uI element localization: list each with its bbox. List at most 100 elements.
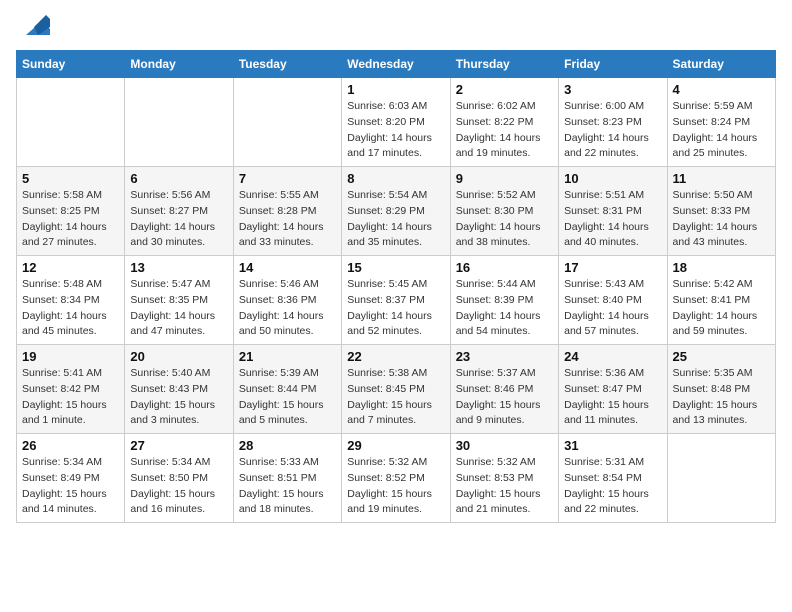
day-info: Sunrise: 5:45 AMSunset: 8:37 PMDaylight:… [347, 277, 444, 340]
day-number: 16 [456, 260, 553, 275]
day-info: Sunrise: 5:46 AMSunset: 8:36 PMDaylight:… [239, 277, 336, 340]
calendar-cell [233, 78, 341, 167]
day-of-week-header: Thursday [450, 51, 558, 78]
calendar-cell: 25 Sunrise: 5:35 AMSunset: 8:48 PMDayligh… [667, 345, 775, 434]
day-number: 18 [673, 260, 770, 275]
day-info: Sunrise: 5:43 AMSunset: 8:40 PMDaylight:… [564, 277, 661, 340]
day-number: 11 [673, 171, 770, 186]
day-info: Sunrise: 5:40 AMSunset: 8:43 PMDaylight:… [130, 366, 227, 429]
day-info: Sunrise: 6:00 AMSunset: 8:23 PMDaylight:… [564, 99, 661, 162]
day-info: Sunrise: 5:47 AMSunset: 8:35 PMDaylight:… [130, 277, 227, 340]
calendar-week-row: 12 Sunrise: 5:48 AMSunset: 8:34 PMDayligh… [17, 256, 776, 345]
calendar-cell: 27Sunrise: 5:34 AMSunset: 8:50 PMDayligh… [125, 434, 233, 523]
day-of-week-header: Wednesday [342, 51, 450, 78]
day-info: Sunrise: 5:42 AMSunset: 8:41 PMDaylight:… [673, 277, 770, 340]
day-number: 17 [564, 260, 661, 275]
day-number: 25 [673, 349, 770, 364]
calendar-cell: 1 Sunrise: 6:03 AMSunset: 8:20 PMDaylight… [342, 78, 450, 167]
day-info: Sunrise: 5:44 AMSunset: 8:39 PMDaylight:… [456, 277, 553, 340]
calendar-cell [17, 78, 125, 167]
calendar-header-row: SundayMondayTuesdayWednesdayThursdayFrid… [17, 51, 776, 78]
day-info: Sunrise: 5:56 AMSunset: 8:27 PMDaylight:… [130, 188, 227, 251]
calendar-cell: 18 Sunrise: 5:42 AMSunset: 8:41 PMDayligh… [667, 256, 775, 345]
calendar-cell: 29Sunrise: 5:32 AMSunset: 8:52 PMDayligh… [342, 434, 450, 523]
day-number: 27 [130, 438, 227, 453]
calendar-week-row: 26Sunrise: 5:34 AMSunset: 8:49 PMDayligh… [17, 434, 776, 523]
calendar-cell: 4 Sunrise: 5:59 AMSunset: 8:24 PMDaylight… [667, 78, 775, 167]
calendar-cell: 15 Sunrise: 5:45 AMSunset: 8:37 PMDayligh… [342, 256, 450, 345]
calendar-week-row: 19Sunrise: 5:41 AMSunset: 8:42 PMDayligh… [17, 345, 776, 434]
day-number: 20 [130, 349, 227, 364]
day-info: Sunrise: 5:39 AMSunset: 8:44 PMDaylight:… [239, 366, 336, 429]
day-number: 4 [673, 82, 770, 97]
day-number: 7 [239, 171, 336, 186]
calendar-cell: 22 Sunrise: 5:38 AMSunset: 8:45 PMDayligh… [342, 345, 450, 434]
day-info: Sunrise: 5:38 AMSunset: 8:45 PMDaylight:… [347, 366, 444, 429]
day-number: 31 [564, 438, 661, 453]
calendar-cell: 19Sunrise: 5:41 AMSunset: 8:42 PMDayligh… [17, 345, 125, 434]
day-info: Sunrise: 5:36 AMSunset: 8:47 PMDaylight:… [564, 366, 661, 429]
day-number: 15 [347, 260, 444, 275]
calendar-cell: 7 Sunrise: 5:55 AMSunset: 8:28 PMDaylight… [233, 167, 341, 256]
day-number: 22 [347, 349, 444, 364]
calendar-cell: 9 Sunrise: 5:52 AMSunset: 8:30 PMDaylight… [450, 167, 558, 256]
day-info: Sunrise: 5:35 AMSunset: 8:48 PMDaylight:… [673, 366, 770, 429]
day-number: 12 [22, 260, 119, 275]
day-info: Sunrise: 5:59 AMSunset: 8:24 PMDaylight:… [673, 99, 770, 162]
calendar-cell: 21 Sunrise: 5:39 AMSunset: 8:44 PMDayligh… [233, 345, 341, 434]
day-number: 8 [347, 171, 444, 186]
day-number: 2 [456, 82, 553, 97]
calendar-cell [125, 78, 233, 167]
day-info: Sunrise: 5:54 AMSunset: 8:29 PMDaylight:… [347, 188, 444, 251]
day-of-week-header: Friday [559, 51, 667, 78]
day-number: 24 [564, 349, 661, 364]
day-number: 13 [130, 260, 227, 275]
day-info: Sunrise: 6:03 AMSunset: 8:20 PMDaylight:… [347, 99, 444, 162]
day-info: Sunrise: 5:52 AMSunset: 8:30 PMDaylight:… [456, 188, 553, 251]
calendar-cell: 26Sunrise: 5:34 AMSunset: 8:49 PMDayligh… [17, 434, 125, 523]
day-number: 28 [239, 438, 336, 453]
calendar-cell: 23Sunrise: 5:37 AMSunset: 8:46 PMDayligh… [450, 345, 558, 434]
calendar-cell: 24 Sunrise: 5:36 AMSunset: 8:47 PMDayligh… [559, 345, 667, 434]
calendar-cell: 31Sunrise: 5:31 AMSunset: 8:54 PMDayligh… [559, 434, 667, 523]
day-number: 14 [239, 260, 336, 275]
day-number: 10 [564, 171, 661, 186]
calendar-cell: 3 Sunrise: 6:00 AMSunset: 8:23 PMDaylight… [559, 78, 667, 167]
calendar-cell [667, 434, 775, 523]
day-info: Sunrise: 5:32 AMSunset: 8:53 PMDaylight:… [456, 455, 553, 518]
calendar-cell: 16 Sunrise: 5:44 AMSunset: 8:39 PMDayligh… [450, 256, 558, 345]
logo [16, 16, 50, 40]
day-number: 21 [239, 349, 336, 364]
day-info: Sunrise: 5:41 AMSunset: 8:42 PMDaylight:… [22, 366, 119, 429]
day-info: Sunrise: 5:58 AMSunset: 8:25 PMDaylight:… [22, 188, 119, 251]
calendar-cell: 8 Sunrise: 5:54 AMSunset: 8:29 PMDaylight… [342, 167, 450, 256]
calendar-cell: 20 Sunrise: 5:40 AMSunset: 8:43 PMDayligh… [125, 345, 233, 434]
calendar-table: SundayMondayTuesdayWednesdayThursdayFrid… [16, 50, 776, 523]
day-number: 9 [456, 171, 553, 186]
calendar-cell: 13 Sunrise: 5:47 AMSunset: 8:35 PMDayligh… [125, 256, 233, 345]
day-info: Sunrise: 6:02 AMSunset: 8:22 PMDaylight:… [456, 99, 553, 162]
calendar-cell: 5 Sunrise: 5:58 AMSunset: 8:25 PMDaylight… [17, 167, 125, 256]
day-info: Sunrise: 5:48 AMSunset: 8:34 PMDaylight:… [22, 277, 119, 340]
day-info: Sunrise: 5:32 AMSunset: 8:52 PMDaylight:… [347, 455, 444, 518]
day-number: 5 [22, 171, 119, 186]
calendar-cell: 17 Sunrise: 5:43 AMSunset: 8:40 PMDayligh… [559, 256, 667, 345]
day-number: 3 [564, 82, 661, 97]
logo-icon [18, 7, 50, 39]
day-info: Sunrise: 5:34 AMSunset: 8:49 PMDaylight:… [22, 455, 119, 518]
day-number: 6 [130, 171, 227, 186]
day-of-week-header: Sunday [17, 51, 125, 78]
day-of-week-header: Tuesday [233, 51, 341, 78]
calendar-cell: 28 Sunrise: 5:33 AMSunset: 8:51 PMDayligh… [233, 434, 341, 523]
day-number: 30 [456, 438, 553, 453]
day-info: Sunrise: 5:33 AMSunset: 8:51 PMDaylight:… [239, 455, 336, 518]
calendar-cell: 6 Sunrise: 5:56 AMSunset: 8:27 PMDaylight… [125, 167, 233, 256]
day-info: Sunrise: 5:55 AMSunset: 8:28 PMDaylight:… [239, 188, 336, 251]
day-of-week-header: Monday [125, 51, 233, 78]
calendar-week-row: 1 Sunrise: 6:03 AMSunset: 8:20 PMDaylight… [17, 78, 776, 167]
calendar-cell: 30 Sunrise: 5:32 AMSunset: 8:53 PMDayligh… [450, 434, 558, 523]
day-number: 1 [347, 82, 444, 97]
day-info: Sunrise: 5:37 AMSunset: 8:46 PMDaylight:… [456, 366, 553, 429]
calendar-week-row: 5 Sunrise: 5:58 AMSunset: 8:25 PMDaylight… [17, 167, 776, 256]
day-info: Sunrise: 5:51 AMSunset: 8:31 PMDaylight:… [564, 188, 661, 251]
